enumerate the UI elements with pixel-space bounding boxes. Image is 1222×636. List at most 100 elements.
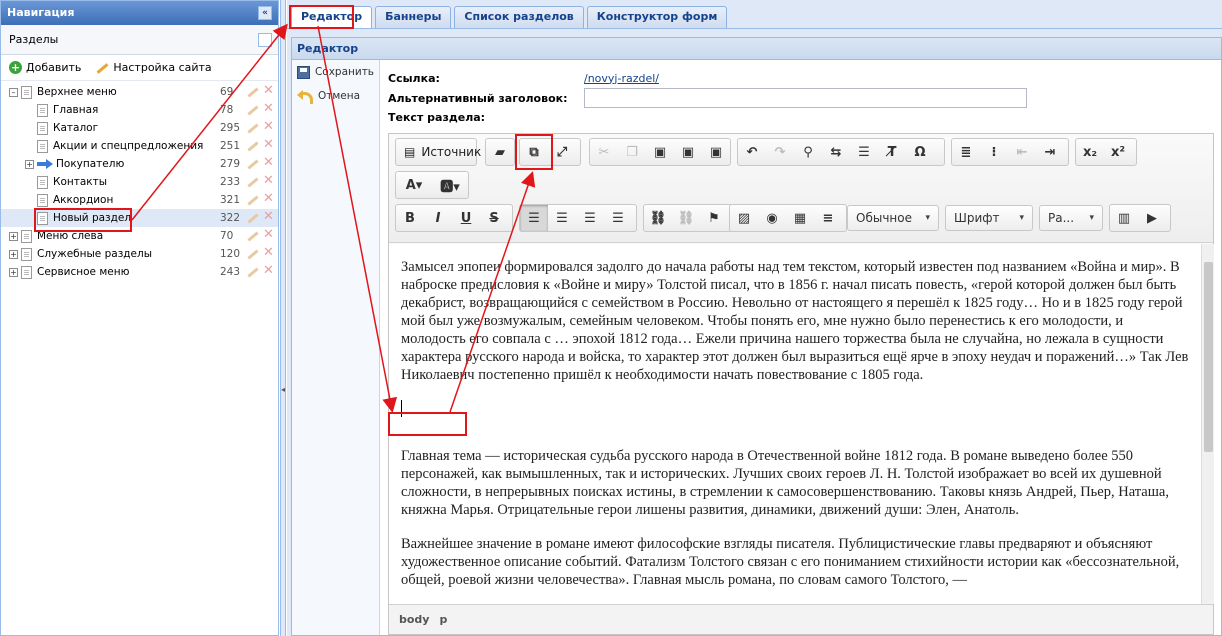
edit-pencil-icon[interactable]: [247, 122, 259, 134]
path-item-p[interactable]: p: [439, 613, 447, 626]
delete-icon[interactable]: ✕: [263, 210, 275, 223]
tree-item[interactable]: Контакты 233 ✕: [1, 173, 278, 191]
paste-button[interactable]: ▣: [646, 139, 674, 165]
delete-icon[interactable]: ✕: [263, 246, 275, 259]
site-settings-button[interactable]: Настройка сайта: [95, 61, 211, 74]
edit-pencil-icon[interactable]: [247, 140, 259, 152]
edit-pencil-icon[interactable]: [247, 248, 259, 260]
edit-pencil-icon[interactable]: [247, 266, 259, 278]
size-dropdown[interactable]: Ра...: [1039, 205, 1103, 231]
tree-item[interactable]: + Служебные разделы 120 ✕: [1, 245, 278, 263]
bold-button[interactable]: B: [396, 205, 424, 231]
edit-pencil-icon[interactable]: [247, 230, 259, 242]
tree-item[interactable]: + Покупателю 279 ✕: [1, 155, 278, 173]
source-button[interactable]: ▤ Источник: [396, 145, 489, 159]
cut-button[interactable]: ✂: [590, 139, 618, 165]
arrow-right-icon: [37, 159, 53, 169]
remove-format-button[interactable]: T̸: [878, 139, 906, 165]
editor-content[interactable]: Замысел эпопеи формировался задолго до н…: [389, 244, 1201, 604]
path-item-body[interactable]: body: [399, 613, 429, 626]
delete-icon[interactable]: ✕: [263, 102, 275, 115]
special-char-button[interactable]: Ω: [906, 139, 934, 165]
delete-icon[interactable]: ✕: [263, 120, 275, 133]
edit-pencil-icon[interactable]: [247, 194, 259, 206]
delete-icon[interactable]: ✕: [263, 228, 275, 241]
comment-button[interactable]: ▰: [486, 139, 514, 165]
numbered-list-button[interactable]: ≣: [952, 139, 980, 165]
delete-icon[interactable]: ✕: [263, 264, 275, 277]
expand-icon[interactable]: +: [9, 267, 18, 277]
background-color-button[interactable]: 🅰▾: [432, 172, 468, 198]
tree-item[interactable]: + Сервисное меню 243 ✕: [1, 263, 278, 281]
tab-banners[interactable]: Баннеры: [375, 6, 452, 28]
cancel-button[interactable]: Отмена: [292, 84, 379, 108]
replace-button[interactable]: ⇆: [822, 139, 850, 165]
anchor-button[interactable]: ⚑: [700, 205, 728, 231]
delete-icon[interactable]: ✕: [263, 156, 275, 169]
table-button[interactable]: ▦: [786, 205, 814, 231]
copy-button[interactable]: ❐: [618, 139, 646, 165]
section-link[interactable]: /novyj-razdel/: [584, 72, 659, 85]
image-button[interactable]: ▨: [730, 205, 758, 231]
delete-icon[interactable]: ✕: [263, 84, 275, 97]
select-all-button[interactable]: ☰: [850, 139, 878, 165]
text-color-button[interactable]: A▾: [396, 172, 432, 198]
scrollbar-thumb[interactable]: [1204, 262, 1213, 452]
tree-item[interactable]: Каталог 295 ✕: [1, 119, 278, 137]
link-button[interactable]: ⛓: [644, 205, 672, 231]
sections-collapse-button[interactable]: [258, 33, 272, 47]
undo-button[interactable]: ↶: [738, 139, 766, 165]
tab-form-builder[interactable]: Конструктор форм: [586, 6, 728, 28]
content-paragraph[interactable]: Важнейшее значение в романе имеют филосо…: [401, 535, 1189, 589]
video-button[interactable]: ▥: [1110, 205, 1138, 231]
align-right-button[interactable]: ☰: [576, 205, 604, 231]
expand-icon[interactable]: +: [25, 159, 34, 169]
flash-button[interactable]: ◉: [758, 205, 786, 231]
alt-title-input[interactable]: [584, 88, 1027, 108]
editor-scrollbar[interactable]: [1201, 244, 1214, 604]
tab-section-list[interactable]: Список разделов: [454, 6, 584, 28]
horizontal-rule-button[interactable]: ≡: [814, 205, 842, 231]
italic-button[interactable]: I: [424, 205, 452, 231]
paste-word-button[interactable]: ▣: [702, 139, 730, 165]
collapse-icon[interactable]: –: [9, 87, 18, 97]
tree-item[interactable]: Главная 78 ✕: [1, 101, 278, 119]
edit-pencil-icon[interactable]: [247, 212, 259, 224]
align-left-button[interactable]: ☰: [520, 205, 548, 231]
edit-pencil-icon[interactable]: [247, 158, 259, 170]
delete-icon[interactable]: ✕: [263, 192, 275, 205]
find-button[interactable]: ⚲: [794, 139, 822, 165]
tree-item[interactable]: Акции и спецпредложения 251 ✕: [1, 137, 278, 155]
font-dropdown[interactable]: Шрифт: [945, 205, 1033, 231]
superscript-button[interactable]: x²: [1104, 139, 1132, 165]
justify-button[interactable]: ☰: [604, 205, 632, 231]
panel-splitter[interactable]: ◂: [280, 0, 286, 636]
unlink-button[interactable]: ⛓: [672, 205, 700, 231]
collapse-panel-button[interactable]: «: [258, 6, 272, 20]
media-player-button[interactable]: ▶: [1138, 205, 1166, 231]
add-section-button[interactable]: + Добавить: [9, 61, 81, 74]
outdent-button[interactable]: ⇤: [1008, 139, 1036, 165]
edit-pencil-icon[interactable]: [247, 176, 259, 188]
strike-button[interactable]: S: [480, 205, 508, 231]
redo-button[interactable]: ↷: [766, 139, 794, 165]
expand-icon[interactable]: +: [9, 249, 18, 259]
subscript-button[interactable]: x₂: [1076, 139, 1104, 165]
splitter-grip-icon[interactable]: ◂: [281, 385, 285, 399]
tree-item[interactable]: Аккордион 321 ✕: [1, 191, 278, 209]
edit-pencil-icon[interactable]: [247, 104, 259, 116]
edit-pencil-icon[interactable]: [247, 86, 259, 98]
expand-icon[interactable]: +: [9, 231, 18, 241]
save-button[interactable]: Сохранить: [292, 60, 379, 84]
delete-icon[interactable]: ✕: [263, 138, 275, 151]
format-dropdown[interactable]: Обычное: [847, 205, 939, 231]
align-center-button[interactable]: ☰: [548, 205, 576, 231]
content-paragraph[interactable]: Главная тема — историческая судьба русск…: [401, 447, 1189, 519]
tree-item[interactable]: – Верхнее меню 69 ✕: [1, 83, 278, 101]
content-paragraph[interactable]: Замысел эпопеи формировался задолго до н…: [401, 258, 1189, 384]
bulleted-list-button[interactable]: ⁝: [980, 139, 1008, 165]
underline-button[interactable]: U: [452, 205, 480, 231]
paste-text-button[interactable]: ▣: [674, 139, 702, 165]
indent-button[interactable]: ⇥: [1036, 139, 1064, 165]
delete-icon[interactable]: ✕: [263, 174, 275, 187]
